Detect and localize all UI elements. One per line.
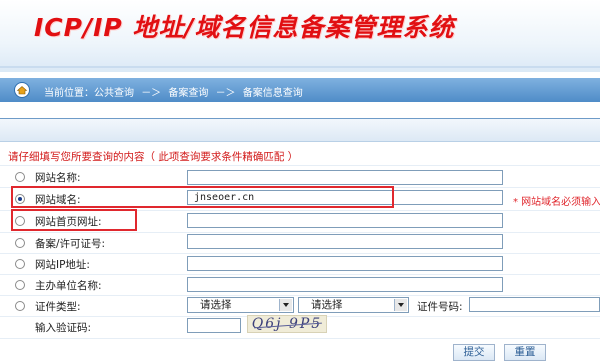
organizer-name-input[interactable] <box>187 277 503 292</box>
row-divider <box>0 295 600 296</box>
cert-type-select-primary-value: 请选择 <box>200 299 232 311</box>
license-number-input[interactable] <box>187 234 503 249</box>
banner-divider <box>0 66 600 68</box>
breadcrumb-separator: －＞ <box>141 88 162 99</box>
site-name-label: 网站名称: <box>35 172 81 184</box>
homepage-row-highlight <box>11 209 137 231</box>
row-divider <box>0 232 600 233</box>
row-divider <box>0 253 600 254</box>
breadcrumb-separator: －＞ <box>215 88 236 99</box>
license-number-label: 备案/许可证号: <box>35 238 106 250</box>
row-divider <box>0 165 600 166</box>
row-divider <box>0 338 600 339</box>
cert-type-label: 证件类型: <box>35 301 81 313</box>
home-icon[interactable] <box>14 82 30 98</box>
site-ip-label: 网站IP地址: <box>35 259 90 271</box>
query-form-header <box>0 119 600 142</box>
site-name-input[interactable] <box>187 170 503 185</box>
submit-button[interactable]: 提交 <box>453 344 495 361</box>
radio-organizer-name[interactable] <box>15 280 25 290</box>
captcha-input[interactable] <box>187 318 241 333</box>
domain-required-hint: * 网站域名必须输入 <box>513 197 600 208</box>
radio-site-name[interactable] <box>15 172 25 182</box>
radio-site-ip[interactable] <box>15 259 25 269</box>
radio-license-number[interactable] <box>15 238 25 248</box>
domain-row-highlight <box>11 186 394 208</box>
chevron-down-icon[interactable] <box>279 299 292 311</box>
row-divider <box>0 274 600 275</box>
cert-type-select-secondary-value: 请选择 <box>311 299 343 311</box>
cert-type-select-secondary[interactable]: 请选择 <box>298 297 409 313</box>
organizer-name-label: 主办单位名称: <box>35 280 102 292</box>
cert-number-label: 证件号码: <box>417 301 463 313</box>
chevron-down-icon[interactable] <box>394 299 407 311</box>
breadcrumb: 当前位置：公共查询 －＞ 备案查询 －＞ 备案信息查询 <box>44 84 307 99</box>
breadcrumb-item-filing-info-query[interactable]: 备案信息查询 <box>243 88 303 99</box>
cert-number-input[interactable] <box>469 297 600 312</box>
system-title: ICP/IP 地址/域名信息备案管理系统 <box>34 13 455 42</box>
breadcrumb-location: 当前位置：公共查询 <box>44 88 134 99</box>
site-ip-input[interactable] <box>187 256 503 271</box>
breadcrumb-item-filing-query[interactable]: 备案查询 <box>168 88 208 99</box>
captcha-image[interactable]: Q6j 9P5 <box>247 315 327 333</box>
system-banner: ICP/IP 地址/域名信息备案管理系统 <box>0 0 600 72</box>
radio-cert-type[interactable] <box>15 301 25 311</box>
query-notice: 请仔细填写您所要查询的内容（ 此项查询要求条件精确匹配 ） <box>8 151 299 163</box>
homepage-url-input[interactable] <box>187 213 503 228</box>
cert-type-select-primary[interactable]: 请选择 <box>187 297 294 313</box>
reset-button[interactable]: 重置 <box>504 344 546 361</box>
captcha-label: 输入验证码: <box>35 322 92 334</box>
